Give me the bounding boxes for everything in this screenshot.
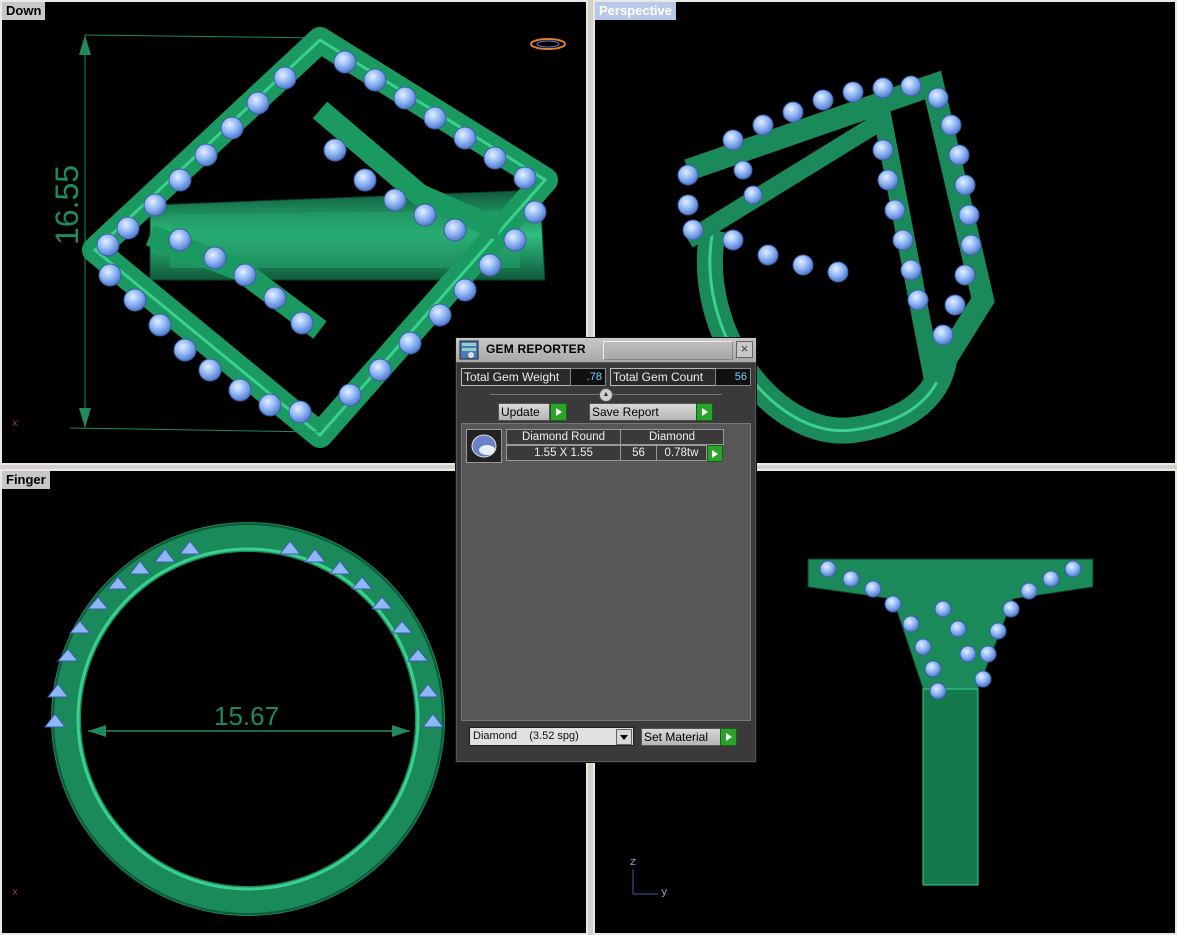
axis-y-label: y [661,885,668,898]
height-dimension-label: 16.55 [49,164,85,245]
axis-x-label: x [12,418,18,429]
total-gem-count-label: Total Gem Count [610,368,717,386]
play-arrow-icon[interactable] [720,728,737,746]
gem-reporter-titlebar[interactable]: GEM REPORTER × [456,338,756,363]
axis-x-label: x [12,887,18,898]
set-material-button[interactable]: Set Material [641,728,725,746]
gem-reporter-dialog[interactable]: GEM REPORTER × Total Gem Weight .78 Tota… [455,337,757,763]
titlebar-spacer [603,341,733,360]
gem-size: 1.55 X 1.55 [506,445,621,461]
viewport-label-perspective[interactable]: Perspective [595,2,676,20]
update-button[interactable]: Update [498,403,550,421]
gem-thumbnail-icon [466,429,502,463]
gem-list[interactable]: Diamond Round Diamond 1.55 X 1.55 56 0.7… [461,423,751,721]
gem-material: Diamond [620,429,724,445]
viewport-label-down[interactable]: Down [2,2,46,20]
total-gem-weight-label: Total Gem Weight [461,368,571,386]
gem-count: 56 [620,445,657,461]
diameter-dimension-label: 15.67 [214,701,280,731]
play-arrow-icon[interactable] [707,445,723,462]
collapse-icon[interactable]: ▲ [599,388,613,402]
dropdown-arrow-icon[interactable] [616,729,632,745]
gem-name: Diamond Round [506,429,621,445]
save-report-button[interactable]: Save Report [589,403,698,421]
total-gem-weight-value: .78 [570,368,606,386]
gem-reporter-app-icon [459,340,479,360]
axis-z-label: z [630,855,636,868]
gem-reporter-title: GEM REPORTER [486,342,586,356]
material-select-value: Diamond (3.52 spg) [473,730,579,742]
gem-weight: 0.78tw [656,445,707,461]
play-arrow-icon[interactable] [550,403,567,421]
total-gem-count-value: 56 [715,368,751,386]
viewport-label-finger[interactable]: Finger [2,471,50,489]
close-icon[interactable]: × [736,341,753,358]
play-arrow-icon[interactable] [696,403,713,421]
material-select[interactable]: Diamond (3.52 spg) [469,727,634,746]
